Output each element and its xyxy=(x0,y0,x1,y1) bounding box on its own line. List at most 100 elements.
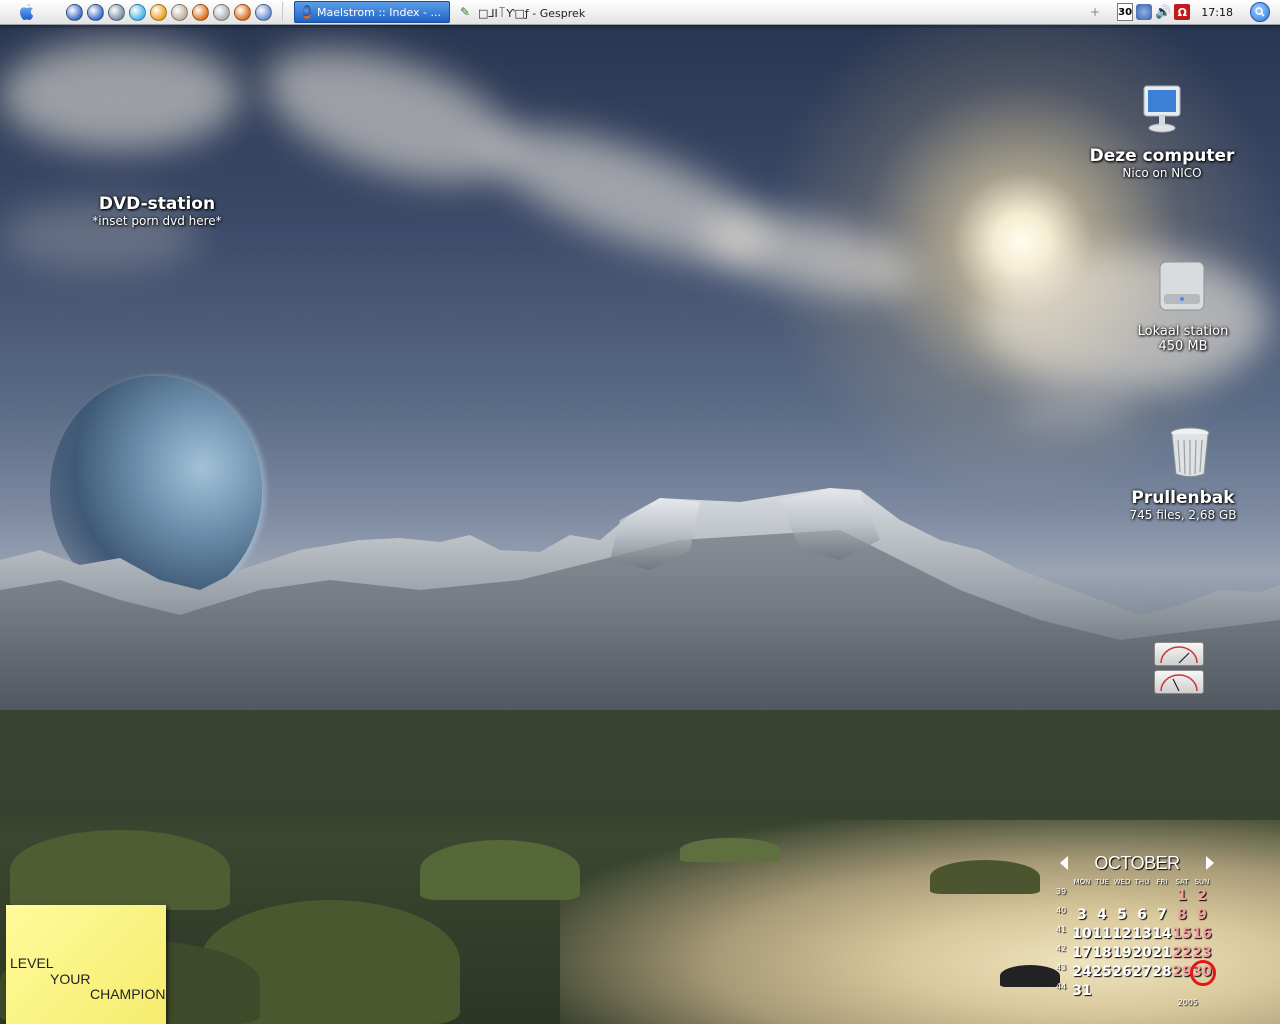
clock-app-icon[interactable] xyxy=(150,3,167,21)
drive-icon[interactable] xyxy=(171,3,188,21)
calendar-day[interactable]: 28 xyxy=(1152,964,1172,980)
calendar-day[interactable]: 17 xyxy=(1072,945,1092,961)
hard-drive-icon[interactable] xyxy=(1156,258,1208,314)
trash-label[interactable]: Prullenbak 745 files, 2,68 GB xyxy=(1120,488,1246,522)
cloud xyxy=(1010,395,1130,425)
calendar-tray-icon[interactable]: 30 xyxy=(1117,3,1134,21)
calendar-day[interactable]: 18 xyxy=(1092,945,1112,961)
calendar-day[interactable]: 25 xyxy=(1092,964,1112,980)
calendar-day[interactable]: 3 xyxy=(1072,907,1092,923)
cloud xyxy=(980,250,1270,390)
weekday-header: SUN xyxy=(1194,878,1210,886)
firefox-icon[interactable] xyxy=(192,3,209,21)
firefox-icon xyxy=(303,5,312,19)
cloud xyxy=(695,197,925,313)
calendar-day[interactable]: 6 xyxy=(1132,907,1152,923)
calendar-day[interactable]: 13 xyxy=(1132,926,1152,942)
hill xyxy=(680,838,780,862)
calendar-day[interactable]: 5 xyxy=(1112,907,1132,923)
hill xyxy=(10,830,230,910)
sticky-note[interactable]: LEVEL YOUR CHAMPION xyxy=(6,905,166,1024)
computer-subtitle: Nico on NICO xyxy=(1122,166,1202,180)
task-label: □⅃Ι꓄Ƴ□ƒ - Gesprek xyxy=(478,6,586,20)
firefox-2-icon[interactable] xyxy=(234,3,251,21)
weekday-header: SAT xyxy=(1175,878,1189,886)
calendar-day[interactable]: 27 xyxy=(1132,964,1152,980)
media-player-icon[interactable] xyxy=(66,3,83,21)
calendar-month: OCTOBER xyxy=(1094,852,1180,873)
computer-icon[interactable] xyxy=(1140,84,1184,134)
calendar-day[interactable]: 2 xyxy=(1192,888,1212,904)
calendar-week-row: 43 24 25 26 27 28 29 30 xyxy=(1056,959,1216,986)
trash-icon[interactable] xyxy=(1168,426,1212,478)
media-player-2-icon[interactable] xyxy=(87,3,104,21)
local-drive-title: Lokaal station xyxy=(1137,324,1229,339)
calendar-today[interactable]: 30 xyxy=(1190,959,1216,986)
calendar-grid: 39 1 2 40 3 4 5 6 7 8 9 41 10 11 12 13 14 15 16 42 17 18 19 20 2… xyxy=(1056,886,1216,1000)
clock[interactable]: 17:18 xyxy=(1201,6,1233,19)
search-icon[interactable] xyxy=(1250,2,1270,22)
computer-title: Deze computer xyxy=(1089,146,1235,166)
calendar-day[interactable]: 31 xyxy=(1072,983,1092,999)
calendar-header: OCTOBER xyxy=(1056,852,1216,874)
memory-gauge[interactable] xyxy=(1154,670,1204,694)
calendar-day[interactable]: 16 xyxy=(1192,926,1212,942)
calendar-day[interactable]: 24 xyxy=(1072,964,1092,980)
drive-2-icon[interactable] xyxy=(213,3,230,21)
calendar-day[interactable]: 14 xyxy=(1152,926,1172,942)
calendar-day[interactable]: 7 xyxy=(1152,907,1172,923)
monitor-icon[interactable] xyxy=(108,3,125,21)
add-icon[interactable]: + xyxy=(1090,5,1100,19)
calendar-day[interactable]: 11 xyxy=(1092,926,1112,942)
weekday-headers: MON TUE WED THU FRI SAT SUN xyxy=(1072,878,1216,886)
week-number: 43 xyxy=(1056,963,1067,972)
hill xyxy=(930,860,1040,894)
mountain-range xyxy=(0,488,1280,800)
system-tray: + 30 🔊 Ω 17:18 xyxy=(1090,1,1280,23)
calendar-week-row: 41 10 11 12 13 14 15 16 xyxy=(1056,924,1216,943)
week-number: 42 xyxy=(1056,944,1067,953)
volume-icon[interactable]: 🔊 xyxy=(1155,5,1171,20)
top-taskbar: Maelstrom :: Index - ... ✎ □⅃Ι꓄Ƴ□ƒ - Ges… xyxy=(0,0,1280,25)
calendar-week-row: 39 1 2 xyxy=(1056,886,1216,905)
week-number: 39 xyxy=(1056,887,1067,896)
calendar-day[interactable]: 10 xyxy=(1072,926,1092,942)
task-maelstrom[interactable]: Maelstrom :: Index - ... xyxy=(294,1,450,23)
calendar-year: 2005 xyxy=(1177,998,1198,1007)
sticky-line-1: LEVEL xyxy=(10,955,54,971)
weekday-header: TUE xyxy=(1095,878,1109,886)
hill xyxy=(420,840,580,900)
calendar-day[interactable]: 26 xyxy=(1112,964,1132,980)
dvd-station[interactable]: DVD-station *inset porn dvd here* xyxy=(60,194,254,228)
calendar-day[interactable]: 22 xyxy=(1172,945,1192,961)
calendar-week-row: 40 3 4 5 6 7 8 9 xyxy=(1056,905,1216,924)
calendar-day[interactable]: 9 xyxy=(1192,907,1212,923)
previous-month-icon[interactable] xyxy=(1060,856,1068,870)
calendar-day[interactable]: 15 xyxy=(1172,926,1192,942)
qt-icon[interactable] xyxy=(129,3,146,21)
weekday-header: MON xyxy=(1073,878,1091,886)
weekday-header: FRI xyxy=(1156,878,1168,886)
calendar-day[interactable]: 19 xyxy=(1112,945,1132,961)
calendar-day[interactable]: 4 xyxy=(1092,907,1112,923)
task-label: Maelstrom :: Index - ... xyxy=(317,5,441,19)
calendar-day[interactable]: 12 xyxy=(1112,926,1132,942)
next-month-icon[interactable] xyxy=(1206,856,1214,870)
calendar-day[interactable]: 23 xyxy=(1192,945,1212,961)
antivirus-icon[interactable]: Ω xyxy=(1174,4,1191,20)
taskbar-separator xyxy=(282,2,284,22)
calendar-day[interactable]: 21 xyxy=(1152,945,1172,961)
calendar-day[interactable]: 8 xyxy=(1172,907,1192,923)
cpu-gauge[interactable] xyxy=(1154,642,1204,666)
computer-label[interactable]: Deze computer Nico on NICO xyxy=(1082,146,1242,180)
network-icon[interactable] xyxy=(255,3,272,21)
calendar-day[interactable]: 1 xyxy=(1172,888,1192,904)
task-gesprek[interactable]: ✎ □⅃Ι꓄Ƴ□ƒ - Gesprek xyxy=(450,1,630,23)
calendar-day[interactable]: 29 xyxy=(1172,964,1192,980)
calendar-widget: OCTOBER MON TUE WED THU FRI SAT SUN 39 1 2 40 3 4 5 6… xyxy=(1056,852,1216,1007)
local-drive-label[interactable]: Lokaal station 450 MB xyxy=(1116,324,1250,354)
calendar-day[interactable]: 20 xyxy=(1132,945,1152,961)
cloud xyxy=(249,22,531,208)
network-tray-icon[interactable] xyxy=(1136,4,1153,20)
apple-menu-icon[interactable] xyxy=(16,1,38,23)
